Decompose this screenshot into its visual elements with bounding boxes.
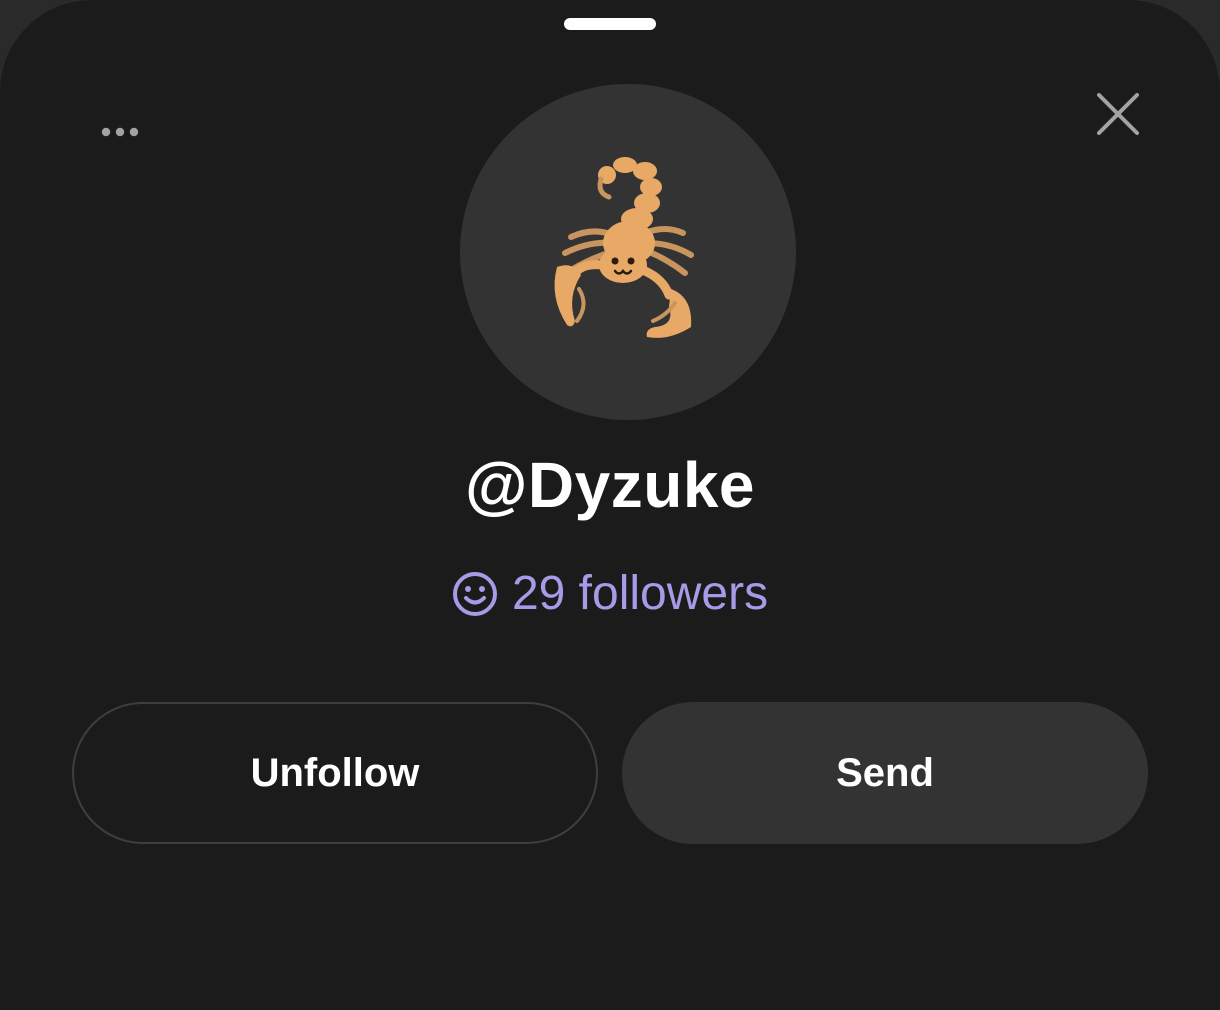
unfollow-button[interactable]: Unfollow [72,702,598,844]
followers-label: 29 followers [511,567,769,620]
close-button[interactable] [1088,84,1148,144]
profile-sheet: @Dyzuke 29 followers Unfollow Send [0,0,1220,1010]
avatar [460,84,796,420]
smile-icon [452,571,498,617]
username: @Dyzuke [465,449,755,521]
close-icon [1097,93,1139,135]
send-button[interactable]: Send [622,702,1148,844]
unfollow-label: Unfollow [250,750,420,795]
more-options-button[interactable] [88,108,152,156]
followers-count[interactable]: 29 followers [0,566,1220,621]
send-label: Send [836,750,934,795]
more-horizontal-icon [101,127,139,137]
scorpion-icon [554,157,694,338]
drag-handle[interactable] [564,18,656,30]
